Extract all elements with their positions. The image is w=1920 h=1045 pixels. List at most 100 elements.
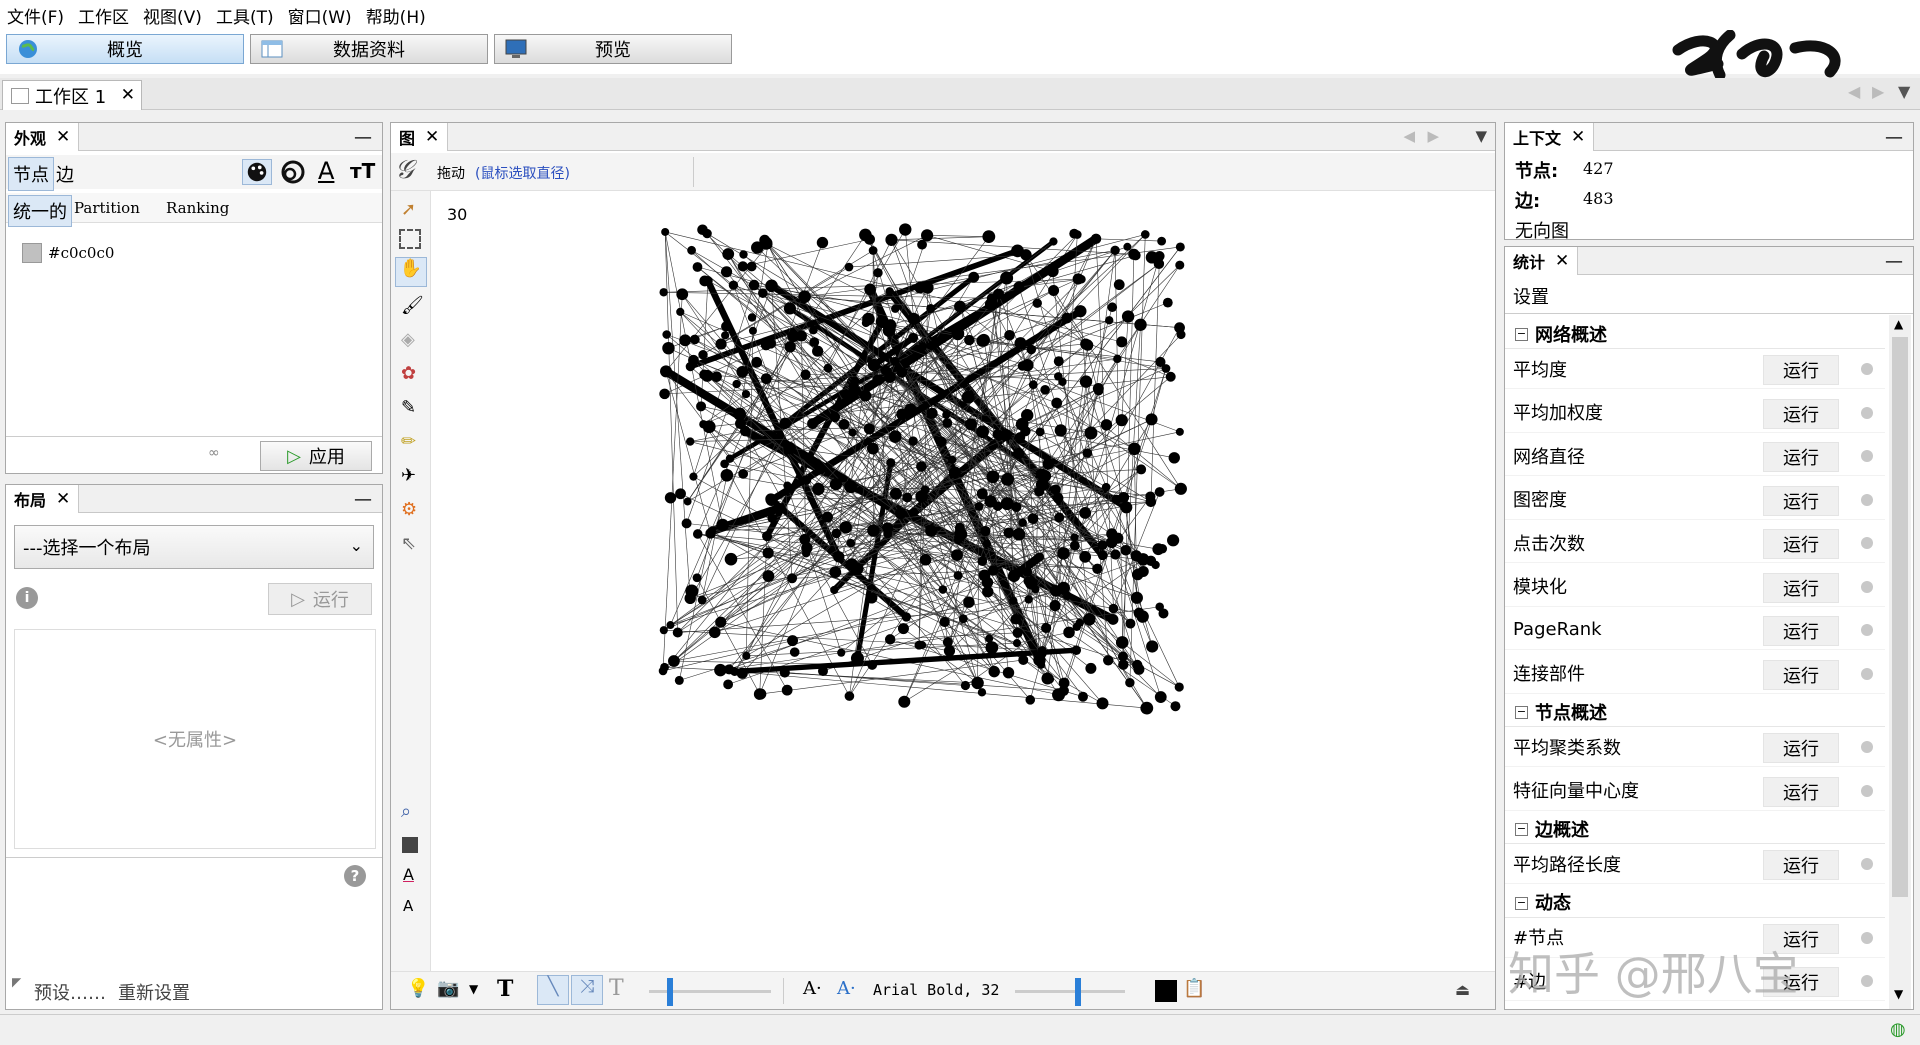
label-size-slider-track[interactable] [1015,990,1125,993]
layout-close-icon[interactable]: ✕ [56,489,70,509]
pencil-icon[interactable]: ✎ [401,397,416,418]
menu-view[interactable]: 视图(V) [136,3,209,28]
diamond-icon[interactable]: ◈ [401,329,415,350]
stats-run-button[interactable]: 运行 [1763,616,1839,646]
nodes-tab[interactable]: 节点 [8,157,54,191]
statistics-tab[interactable]: 统计 ✕ [1505,247,1579,275]
context-close-icon[interactable]: ✕ [1571,127,1585,147]
expand-toolbar-icon[interactable]: ⏏ [1455,980,1470,999]
stats-report-icon[interactable] [1861,667,1873,680]
font-name-label[interactable]: Arial Bold, 32 [873,981,999,999]
text-label-icon[interactable]: T [497,976,513,1002]
scroll-down-icon[interactable]: ▼ [1894,987,1903,1001]
stats-report-icon[interactable] [1861,975,1873,987]
edge-weight-icon[interactable]: ⤨ [571,975,603,1005]
layout-select[interactable]: ---选择一个布局 ⌄ [14,525,374,569]
menu-tools[interactable]: 工具(T) [209,3,281,28]
stats-run-button[interactable]: 运行 [1763,442,1839,472]
run-layout-button[interactable]: ▷ 运行 [268,583,372,615]
layout-minimize-icon[interactable]: — [354,489,372,510]
stats-report-icon[interactable] [1861,784,1873,797]
stats-report-icon[interactable] [1861,537,1873,549]
collapse-icon[interactable]: − [1515,328,1528,341]
edge-label-icon[interactable]: T [609,976,624,1001]
scroll-right-icon[interactable]: ▶ [1872,82,1884,101]
edge-line-icon[interactable]: ╲ [537,975,569,1005]
select-arrow-icon[interactable]: ➚ [401,199,416,220]
label-color-icon[interactable]: A [318,157,334,185]
label-color-swatch[interactable] [1155,980,1177,1002]
collapse-icon[interactable]: − [1515,823,1528,836]
help-icon[interactable]: ? [344,865,366,887]
context-tab[interactable]: 上下文 ✕ [1505,123,1595,151]
stats-report-icon[interactable] [1861,493,1873,506]
stats-run-button[interactable]: 运行 [1763,398,1839,429]
menu-workspace[interactable]: 工作区 [71,3,136,28]
appearance-close-icon[interactable]: ✕ [56,127,70,147]
graph-scroll-right-icon[interactable]: ▶ [1427,127,1439,145]
workspace-tab-close-icon[interactable]: ✕ [121,85,135,105]
stats-report-icon[interactable] [1861,624,1873,636]
stats-report-icon[interactable] [1861,406,1873,419]
rect-select-icon[interactable] [399,229,421,249]
stats-report-icon[interactable] [1861,450,1873,462]
stats-run-button[interactable]: 运行 [1763,355,1839,385]
context-minimize-icon[interactable]: — [1885,127,1903,148]
network-graph[interactable] [433,193,1495,971]
color-swatch[interactable] [22,243,42,263]
stats-report-icon[interactable] [1861,580,1873,593]
airplane-icon[interactable]: ✈ [401,465,416,486]
brush-icon[interactable]: 🖌 [401,295,424,316]
color-wheel-icon[interactable]: ✿ [401,363,416,384]
stats-run-button[interactable]: 运行 [1763,733,1839,763]
graph-list-icon[interactable]: ▼ [1475,127,1487,145]
graph-close-icon[interactable]: ✕ [425,127,439,147]
font-size-decrease-icon[interactable]: A· [803,978,822,999]
workspace-tab[interactable]: 工作区 1 ✕ [2,80,142,110]
camera-icon[interactable]: 📷 [437,978,459,999]
scroll-left-icon[interactable]: ◀ [1848,82,1860,101]
reset-link[interactable]: 重新设置 [118,979,190,1005]
stats-report-icon[interactable] [1861,858,1873,870]
label-color-icon[interactable]: A [403,865,414,884]
menu-file[interactable]: 文件(F) [0,3,71,28]
data-mode-button[interactable]: 数据资料 [250,34,488,64]
graph-tab[interactable]: 图 ✕ [391,123,449,151]
stats-report-icon[interactable] [1861,741,1873,753]
menu-window[interactable]: 窗口(W) [281,3,359,28]
stats-section-header[interactable]: − 节点概述 [1505,697,1885,727]
drag-hand-icon[interactable]: ✋ [395,257,427,287]
layout-tab[interactable]: 布局 ✕ [6,485,80,513]
node-size-slider-thumb[interactable] [667,978,673,1006]
stats-scrollbar-thumb[interactable] [1892,337,1908,897]
appearance-minimize-icon[interactable]: — [354,127,372,148]
stats-run-button[interactable]: 运行 [1763,776,1839,807]
info-icon[interactable]: i [16,587,38,609]
graph-scroll-left-icon[interactable]: ◀ [1403,127,1415,145]
appearance-tab[interactable]: 外观 ✕ [6,123,80,151]
statistics-settings-link[interactable]: 设置 [1513,283,1549,309]
stats-scrollbar[interactable]: ▲ ▼ [1889,315,1911,1009]
collapse-icon[interactable]: − [1515,706,1528,719]
stats-run-button[interactable]: 运行 [1763,659,1839,690]
menu-help[interactable]: 帮助(H) [359,3,433,28]
stats-run-button[interactable]: 运行 [1763,572,1839,603]
label-font-icon[interactable]: A [403,897,413,915]
scroll-up-icon[interactable]: ▲ [1894,317,1903,331]
stats-report-icon[interactable] [1861,931,1873,944]
workspace-list-icon[interactable]: ▼ [1898,82,1910,101]
statistics-close-icon[interactable]: ✕ [1555,251,1569,271]
link-icon[interactable]: ∞ [208,445,220,461]
lightbulb-icon[interactable]: 💡 [407,978,429,999]
statistics-minimize-icon[interactable]: — [1885,251,1903,272]
stats-run-button[interactable]: 运行 [1763,850,1839,880]
zoom-icon[interactable]: ⌕ [401,801,411,822]
collapse-icon[interactable]: − [1515,896,1528,910]
background-color-icon[interactable] [402,837,418,853]
partition-subtab[interactable]: Partition [74,199,140,217]
ranking-subtab[interactable]: Ranking [166,199,229,217]
size-icon[interactable] [278,159,308,185]
overview-mode-button[interactable]: 概览 [6,34,244,64]
presets-link[interactable]: 预设…… [34,979,106,1005]
stats-section-header[interactable]: − 网络概述 [1505,319,1885,349]
